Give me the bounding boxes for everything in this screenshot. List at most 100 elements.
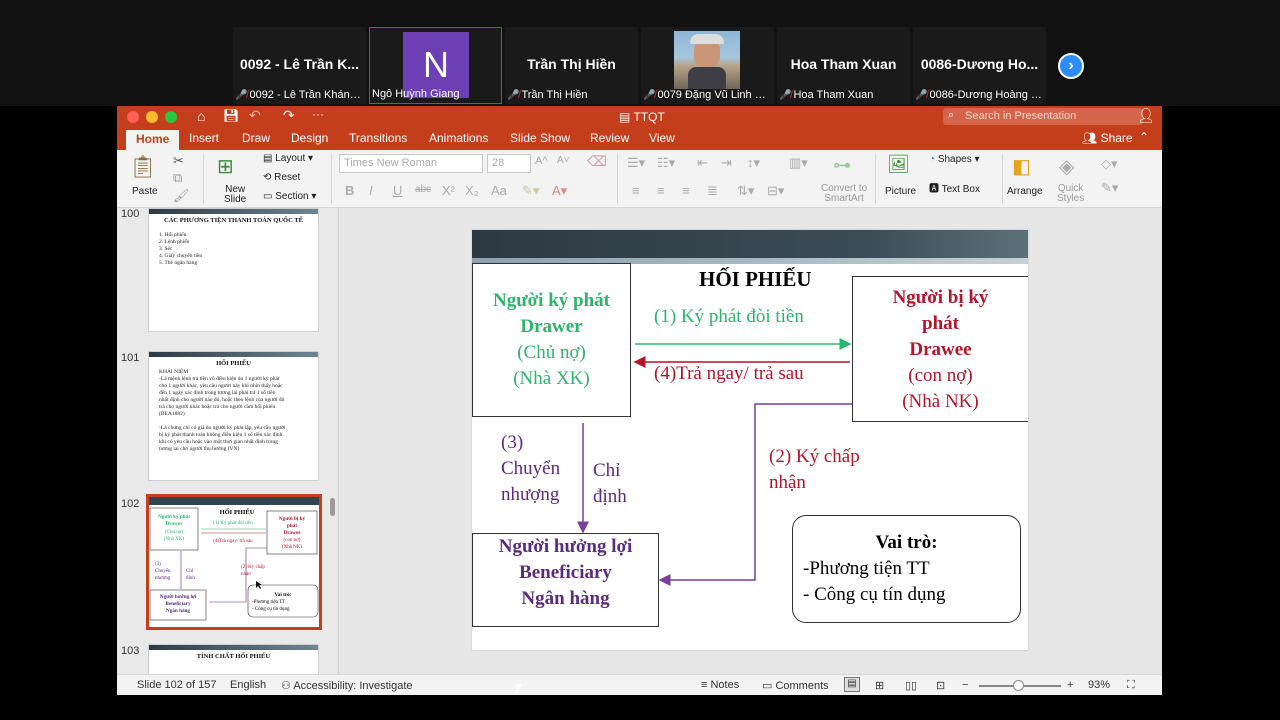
zoom-in-icon[interactable]: +	[1067, 679, 1073, 691]
smartart-icon[interactable]: ⊶	[833, 155, 851, 176]
tab-insert[interactable]: Insert	[189, 131, 219, 145]
align-left-icon[interactable]: ≡	[632, 183, 640, 198]
font-color-icon[interactable]: A▾	[552, 183, 567, 199]
drawer-line-3: (Chủ nợ)	[517, 342, 586, 363]
justify-icon[interactable]: ≣	[707, 183, 718, 199]
zoom-slider-handle[interactable]	[1013, 680, 1024, 691]
zoom-slider[interactable]	[979, 680, 1061, 691]
participant-tile[interactable]: 0092 - Lê Trần K... 🎤̸ 0092 - Lê Trần Khá…	[233, 27, 366, 104]
text-box-button[interactable]: 🅰︎ Text Box	[929, 180, 980, 195]
role-box[interactable]: Vai trò: -Phương tiện TT - Công cụ tín d…	[792, 515, 1021, 623]
tab-transitions[interactable]: Transitions	[349, 131, 407, 145]
align-text-icon[interactable]: ⊟▾	[767, 183, 784, 199]
thumbnail-text-line: nhất định cho người nào đó, hoặc theo lệ…	[159, 397, 285, 403]
slideshow-view-icon[interactable]: ⊡	[936, 679, 945, 692]
reset-button[interactable]: ⟲ Reset	[263, 172, 300, 183]
cut-icon[interactable]: ✂	[173, 153, 184, 169]
font-size-select[interactable]: 28	[487, 154, 531, 173]
participant-tile[interactable]: 0086-Dương Ho... 🎤̸ 0086-Dương Hoàng M...	[913, 27, 1046, 104]
participant-tile-active[interactable]: N Ngô Huỳnh Giang	[369, 27, 502, 104]
next-page-button[interactable]: ›	[1058, 53, 1084, 79]
slide-thumbnail-100[interactable]: CÁC PHƯƠNG TIỆN THANH TOÁN QUỐC TẾ 1. Hố…	[148, 208, 319, 332]
close-window-button[interactable]	[127, 111, 139, 123]
beneficiary-box[interactable]: Người hưởng lợi Beneficiary Ngân hàng	[472, 533, 659, 627]
shapes-button[interactable]: ◔ Shapes ▾	[929, 154, 980, 165]
new-slide-icon[interactable]: ⊞	[217, 154, 234, 179]
section-button[interactable]: ▭ Section ▾	[263, 191, 316, 202]
mini-drawee-2: phát	[287, 523, 297, 529]
search-box[interactable]: ⌕ Search in Presentation	[943, 108, 1143, 125]
numbering-icon[interactable]: ☷▾	[657, 155, 675, 171]
tab-review[interactable]: Review	[590, 131, 629, 145]
participant-tile[interactable]: Trần Thị Hiền 🎤̸ Trần Thị Hiền	[505, 27, 638, 104]
slide-thumbnail-101[interactable]: HỐI PHIẾU KHÁI NIỆM -Là mệnh lệnh trả tiề…	[148, 351, 319, 481]
save-icon[interactable]: 💾︎	[223, 108, 240, 124]
zoom-window-button[interactable]	[165, 111, 177, 123]
clear-format-icon[interactable]: ⌫	[587, 153, 607, 170]
language-indicator[interactable]: English	[230, 679, 266, 691]
thumbnail-scrollbar[interactable]	[330, 498, 335, 516]
grow-font-icon[interactable]: A^	[535, 155, 548, 167]
columns-icon[interactable]: ▥▾	[789, 155, 808, 171]
thumbnail-text-line: -Là mệnh lệnh trả tiền vô điều kiện do 1…	[159, 376, 280, 382]
slide-thumbnail-103[interactable]: TÍNH CHẤT HỐI PHIẾU	[148, 644, 319, 674]
tab-slide-show[interactable]: Slide Show	[510, 131, 570, 145]
current-slide[interactable]: HỐI PHIẾU Người ký phát Drawer (Chủ nợ) …	[472, 230, 1028, 650]
superscript-icon[interactable]: X²	[442, 183, 455, 198]
strikethrough-icon[interactable]: abc	[415, 184, 431, 195]
paste-icon[interactable]: 📋︎	[129, 154, 157, 180]
normal-view-icon[interactable]: ▤	[844, 677, 860, 692]
share-button[interactable]: 👥︎ Share	[1082, 131, 1133, 145]
underline-icon[interactable]: U	[393, 183, 402, 198]
increase-indent-icon[interactable]: ⇥	[721, 155, 732, 171]
tab-draw[interactable]: Draw	[242, 131, 270, 145]
collapse-ribbon-icon[interactable]: ⌃	[1139, 130, 1149, 144]
italic-icon[interactable]: I	[369, 183, 373, 198]
subscript-icon[interactable]: X₂	[465, 183, 479, 198]
tab-design[interactable]: Design	[291, 131, 328, 145]
drawer-box[interactable]: Người ký phát Drawer (Chủ nợ) (Nhà XK)	[472, 263, 631, 417]
home-icon[interactable]: ⌂	[197, 108, 205, 124]
notes-button[interactable]: ≡ Notes	[701, 679, 739, 691]
align-right-icon[interactable]: ≡	[682, 183, 690, 198]
highlight-icon[interactable]: ✎▾	[522, 183, 539, 199]
copy-icon[interactable]: ⧉	[173, 170, 182, 186]
format-painter-icon[interactable]: 🖌︎	[173, 188, 190, 204]
account-icon[interactable]: 👤︎	[1137, 107, 1155, 124]
participant-tile[interactable]: 🎤̸ 0079 Đặng Vũ Linh QT...	[641, 27, 774, 104]
shape-fill-icon[interactable]: ◇▾	[1101, 156, 1118, 172]
slide-editor[interactable]: HỐI PHIẾU Người ký phát Drawer (Chủ nợ) …	[339, 208, 1162, 674]
slide-thumbnails-pane[interactable]: 100 CÁC PHƯƠNG TIỆN THANH TOÁN QUỐC TẾ 1…	[117, 208, 339, 674]
zoom-out-icon[interactable]: −	[962, 679, 968, 691]
comments-button[interactable]: ▭ Comments	[762, 679, 829, 692]
drawee-box[interactable]: Người bị ký phát Drawee (con nợ) (Nhà NK…	[852, 276, 1028, 422]
shape-outline-icon[interactable]: ✎▾	[1101, 180, 1118, 196]
change-case-icon[interactable]: Aa	[491, 183, 507, 198]
line-spacing-icon[interactable]: ↕▾	[747, 155, 760, 171]
shrink-font-icon[interactable]: A˅	[557, 155, 570, 166]
picture-icon[interactable]: 🖼︎	[887, 154, 910, 175]
more-icon[interactable]: ···	[312, 107, 324, 121]
layout-button[interactable]: ▤ Layout ▾	[263, 153, 313, 164]
quick-styles-icon[interactable]: ◈	[1059, 154, 1074, 179]
text-direction-icon[interactable]: ⇅▾	[737, 183, 754, 199]
arrange-icon[interactable]: ◧	[1012, 154, 1031, 179]
zoom-level[interactable]: 93%	[1088, 679, 1110, 691]
tab-home[interactable]: Home	[126, 130, 180, 150]
font-name-select[interactable]: Times New Roman	[339, 154, 483, 173]
slide-sorter-icon[interactable]: ⊞	[875, 679, 884, 692]
bold-icon[interactable]: B	[345, 183, 354, 198]
tab-animations[interactable]: Animations	[429, 131, 488, 145]
undo-icon[interactable]: ↶	[249, 107, 261, 124]
reading-view-icon[interactable]: ▯▯	[905, 679, 917, 692]
bullets-icon[interactable]: ☰▾	[627, 155, 645, 171]
tab-view[interactable]: View	[649, 131, 675, 145]
minimize-window-button[interactable]	[146, 111, 158, 123]
accessibility-button[interactable]: ⚇ Accessibility: Investigate	[281, 679, 413, 692]
slide-thumbnail-102[interactable]: HỐI PHIẾU Người ký phát Drawer (Chủ nợ) …	[146, 494, 322, 630]
participant-tile[interactable]: Hoa Tham Xuan 🎤̸ Hoa Tham Xuan	[777, 27, 910, 104]
align-center-icon[interactable]: ≡	[657, 183, 665, 198]
decrease-indent-icon[interactable]: ⇤	[697, 155, 708, 171]
redo-icon[interactable]: ↷	[283, 107, 295, 124]
fit-slide-icon[interactable]: ⛶	[1127, 679, 1135, 692]
